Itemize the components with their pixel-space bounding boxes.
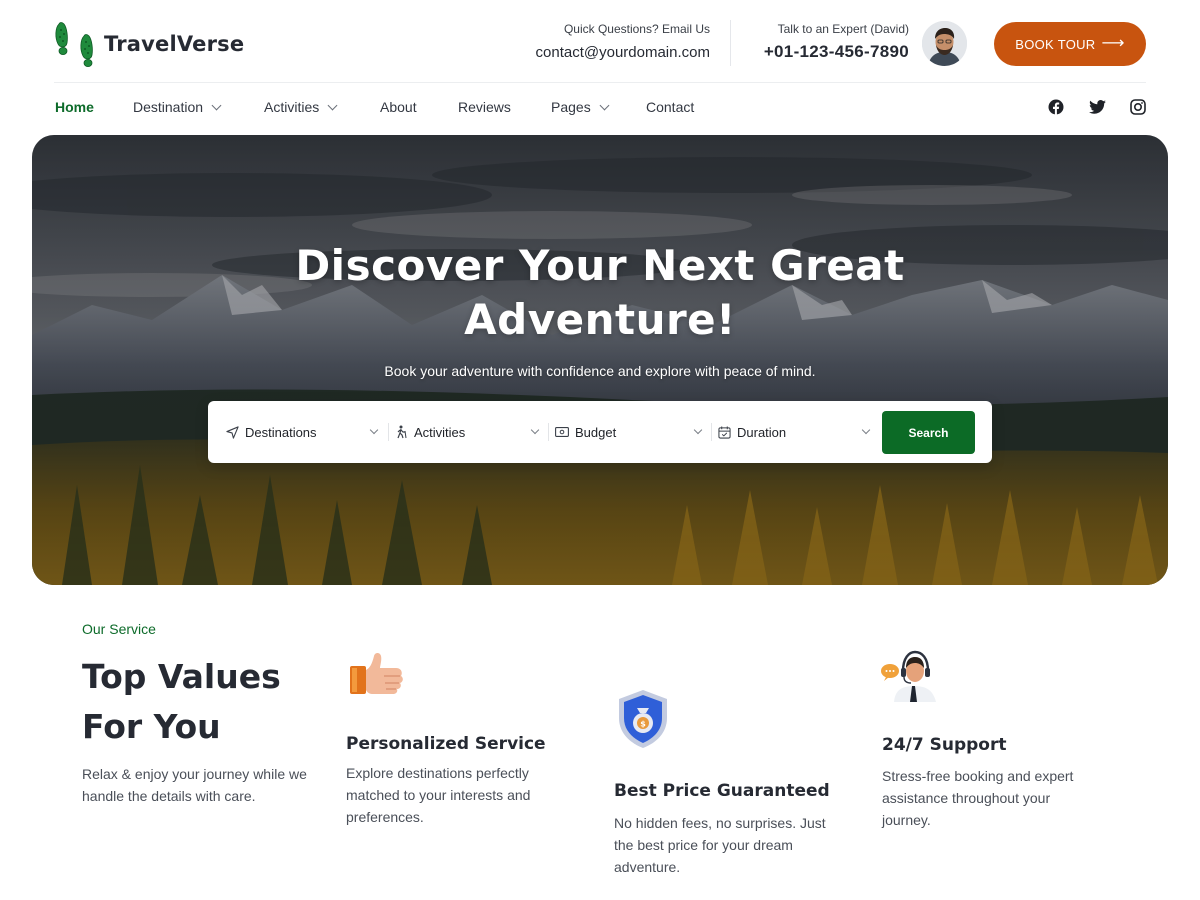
section-description: Relax & enjoy your journey while we hand… <box>82 766 307 804</box>
hero-title: Discover Your Next Great Adventure! <box>32 239 1168 347</box>
hero-banner: Discover Your Next Great Adventure! Book… <box>32 135 1168 585</box>
card-text: No hidden fees, no surprises. Just the b… <box>614 815 826 875</box>
nav-item-reviews[interactable]: Reviews <box>458 99 511 115</box>
hiking-icon <box>394 425 408 439</box>
nav-item-home[interactable]: Home <box>55 99 94 115</box>
mountain-landscape-image <box>32 135 1168 585</box>
facebook-icon[interactable] <box>1047 98 1065 116</box>
footprints-icon <box>55 22 93 68</box>
nav-item-activities[interactable]: Activities <box>264 99 338 115</box>
nav-item-pages[interactable]: Pages <box>551 99 610 115</box>
budget-select[interactable]: Budget <box>555 401 710 463</box>
destinations-select[interactable]: Destinations <box>225 401 383 463</box>
section-title: Top Values For You <box>82 652 281 752</box>
search-button[interactable]: Search <box>882 411 975 454</box>
search-bar: Destinations Activities Budget Duration <box>208 401 992 463</box>
book-tour-label: BOOK TOUR <box>1015 36 1096 52</box>
activities-label: Activities <box>414 424 466 440</box>
money-shield-icon: $ <box>616 688 670 755</box>
header-divider <box>730 20 731 66</box>
search-divider <box>711 423 712 441</box>
header-separator <box>54 82 1146 83</box>
card-text: Stress-free booking and expert assistanc… <box>882 768 1074 828</box>
hero-title-line1: Discover Your Next Great <box>295 241 905 290</box>
phone-label: Talk to an Expert (David) <box>777 22 909 36</box>
chevron-down-icon <box>327 100 338 110</box>
search-divider <box>548 423 549 441</box>
hero-subtitle: Book your adventure with confidence and … <box>384 363 816 379</box>
email-link[interactable]: contact@yourdomain.com <box>536 44 710 61</box>
nav-label-activities: Activities <box>264 99 320 115</box>
nav-label-home: Home <box>55 99 94 115</box>
svg-text:$: $ <box>640 720 646 729</box>
card-text: Explore destinations perfectly matched t… <box>346 765 531 825</box>
brand-logo[interactable]: TravelVerse <box>54 20 244 68</box>
hero-title-line2: Adventure! <box>464 295 736 344</box>
destinations-label: Destinations <box>245 424 317 440</box>
chevron-down-icon <box>530 425 540 435</box>
section-title-line2: For You <box>82 707 221 746</box>
budget-label: Budget <box>575 424 617 440</box>
navigation-icon <box>225 425 239 439</box>
book-tour-button[interactable]: BOOK TOUR ⟶ <box>994 22 1146 66</box>
brand-name: TravelVerse <box>104 32 245 56</box>
nav-label-contact: Contact <box>646 99 695 115</box>
nav-label-about: About <box>380 99 417 115</box>
nav-label-pages: Pages <box>551 99 591 115</box>
email-contact: Quick Questions? Email Us contact@yourdo… <box>536 21 710 61</box>
twitter-icon[interactable] <box>1088 98 1106 116</box>
nav-label-reviews: Reviews <box>458 99 511 115</box>
activities-select[interactable]: Activities <box>394 401 544 463</box>
nav-item-about[interactable]: About <box>380 99 417 115</box>
chevron-down-icon <box>211 100 222 110</box>
phone-link[interactable]: +01-123-456-7890 <box>764 42 909 62</box>
chevron-down-icon <box>369 425 379 435</box>
section-title-line1: Top Values <box>82 657 281 696</box>
nav-label-destination: Destination <box>133 99 204 115</box>
nav-item-contact[interactable]: Contact <box>646 99 694 115</box>
card-title: 24/7 Support <box>882 735 1007 755</box>
email-label: Quick Questions? Email Us <box>563 22 710 36</box>
duration-select[interactable]: Duration <box>717 401 875 463</box>
card-title: Best Price Guaranteed <box>614 781 830 801</box>
site-header: TravelVerse Quick Questions? Email Us co… <box>0 0 1200 84</box>
nav-item-destination[interactable]: Destination <box>133 99 222 115</box>
support-agent-icon <box>880 644 940 707</box>
arrow-right-icon: ⟶ <box>1101 35 1125 52</box>
calendar-icon <box>717 425 731 439</box>
search-divider <box>388 423 389 441</box>
phone-contact: Talk to an Expert (David) +01-123-456-78… <box>764 21 909 62</box>
thumbs-up-icon <box>348 650 406 703</box>
chevron-down-icon <box>693 425 703 435</box>
instagram-icon[interactable] <box>1129 98 1147 116</box>
chevron-down-icon <box>861 425 871 435</box>
duration-label: Duration <box>737 424 787 440</box>
section-eyebrow: Our Service <box>82 621 156 637</box>
chevron-down-icon <box>599 100 610 110</box>
money-icon <box>555 425 569 439</box>
card-title: Personalized Service <box>346 734 546 754</box>
expert-avatar <box>922 21 967 66</box>
